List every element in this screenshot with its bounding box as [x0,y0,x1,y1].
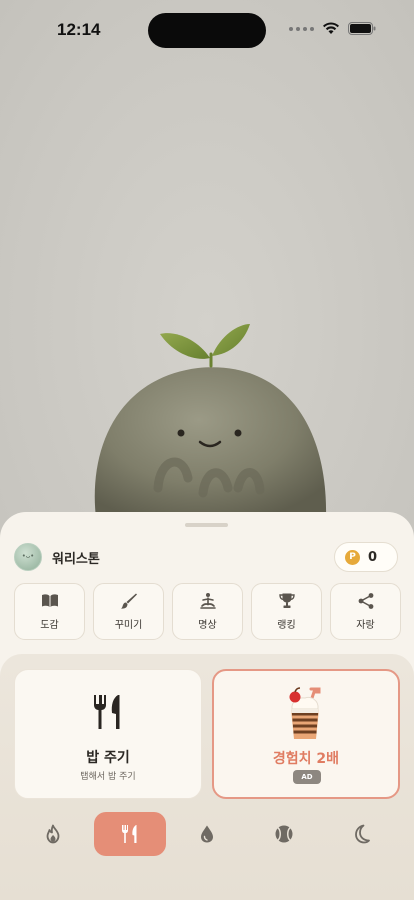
feature-menu: 도감 꾸미기 명상 랭킹 자랑 [14,583,401,640]
meditation-icon [199,593,216,609]
share-icon [358,593,373,609]
points-value: 0 [368,549,378,565]
ball-icon [275,825,293,843]
tab-water[interactable] [171,812,243,856]
battery-icon [348,22,376,35]
sheet-grabber[interactable] [185,523,228,527]
pet-scene [0,0,414,540]
menu-item-collection[interactable]: 도감 [14,583,85,640]
tab-feed[interactable] [94,812,166,856]
trophy-icon [278,593,295,608]
cellular-signal-icon [289,26,314,31]
status-time: 12:14 [57,20,101,39]
moon-icon [355,824,370,844]
tab-streak[interactable] [17,812,89,856]
ad-badge: AD [293,770,321,784]
wifi-icon [323,22,339,34]
bottom-tab-bar [0,812,414,858]
pet-avatar [14,543,42,571]
menu-label: 랭킹 [277,620,296,631]
milkshake-icon [289,687,321,739]
menu-label: 꾸미기 [114,620,143,631]
menu-label: 도감 [40,620,59,631]
menu-label: 자랑 [356,620,375,631]
xp-boost-ad-button[interactable]: 경험치 2배 AD [212,669,400,799]
menu-item-meditation[interactable]: 명상 [172,583,243,640]
fork-knife-icon [122,825,137,843]
feed-subtitle: 탭해서 밥 주기 [80,772,136,782]
status-bar: 12:14 [0,0,414,60]
menu-item-ranking[interactable]: 랭킹 [251,583,322,640]
dynamic-island [148,13,266,48]
fork-knife-icon [94,695,120,729]
tab-play[interactable] [248,812,320,856]
flame-icon [46,824,60,844]
water-drop-icon [201,825,213,843]
pet-profile[interactable]: 워리스톤 [14,543,100,571]
tab-sleep[interactable] [325,812,397,856]
brush-icon [120,593,137,609]
pet-name: 워리스톤 [52,551,100,567]
stone-pet-illustration[interactable] [88,318,334,528]
menu-item-decorate[interactable]: 꾸미기 [93,583,164,640]
menu-label: 명상 [198,620,217,631]
points-badge[interactable]: P 0 [334,542,398,572]
menu-item-share[interactable]: 자랑 [330,583,401,640]
book-icon [41,594,58,607]
feed-title: 밥 주기 [86,750,130,766]
feed-button[interactable]: 밥 주기 탭해서 밥 주기 [14,669,202,799]
xp-boost-title: 경험치 2배 [272,751,340,767]
coin-icon: P [345,549,360,565]
action-panel: 밥 주기 탭해서 밥 주기 경험치 2배 AD [0,654,414,900]
